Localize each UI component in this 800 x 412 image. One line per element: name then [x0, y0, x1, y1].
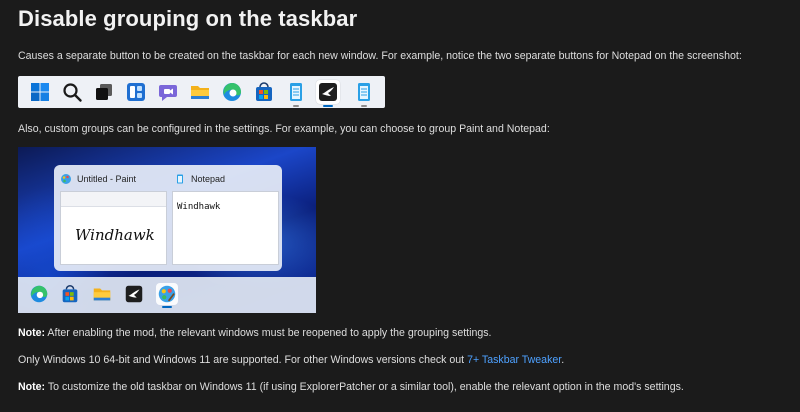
edge-icon	[220, 80, 244, 104]
widgets-icon	[124, 80, 148, 104]
notepad-icon	[284, 80, 308, 107]
note-text: To customize the old taskbar on Windows …	[45, 381, 684, 393]
paint-canvas-text: Windhawk	[75, 226, 155, 244]
notepad-thumb-header: Notepad	[174, 173, 225, 185]
taskbar-tweaker-link[interactable]: 7+ Taskbar Tweaker	[467, 354, 561, 366]
microsoft-store-icon	[252, 80, 276, 104]
windhawk-icon	[123, 283, 145, 305]
paint-thumb-title: Untitled - Paint	[77, 174, 137, 184]
custom-groups-text: Also, custom groups can be configured in…	[18, 123, 550, 135]
taskbar-example	[18, 76, 385, 108]
notepad-icon	[177, 174, 183, 184]
file-explorer-icon	[188, 80, 212, 104]
windows-start-icon	[28, 80, 52, 104]
intro-text: Causes a separate button to be created o…	[18, 50, 742, 62]
active-indicator	[162, 306, 172, 308]
paint-thumbnail[interactable]: Windhawk	[60, 191, 167, 265]
paint-thumb-header: Untitled - Paint	[60, 173, 136, 185]
notepad-thumb-title: Notepad	[191, 174, 226, 184]
screenshot-taskbar	[18, 277, 316, 313]
running-indicator	[293, 105, 299, 107]
file-explorer-icon	[91, 283, 113, 305]
note-text: After enabling the mod, the relevant win…	[45, 327, 492, 339]
grouping-screenshot: Untitled - Paint Windhawk Notepad Windha…	[18, 147, 316, 313]
note-reopen: Note: After enabling the mod, the releva…	[18, 327, 491, 339]
support-text: Only Windows 10 64-bit and Windows 11 ar…	[18, 354, 564, 366]
active-indicator	[323, 105, 333, 107]
task-view-icon	[92, 80, 116, 104]
page-title: Disable grouping on the taskbar	[18, 6, 358, 31]
search-icon	[60, 80, 84, 104]
running-indicator	[361, 105, 367, 107]
note-label: Note:	[18, 327, 46, 339]
support-sentence: Only Windows 10 64-bit and Windows 11 ar…	[18, 354, 468, 366]
notepad-thumbnail[interactable]: Windhawk	[172, 191, 279, 265]
note-label: Note:	[18, 381, 46, 393]
support-end: .	[561, 354, 565, 366]
paint-ribbon	[61, 192, 166, 207]
notepad-text: Windhawk	[177, 202, 221, 212]
thumbnail-popup: Untitled - Paint Windhawk Notepad Windha…	[54, 165, 282, 271]
microsoft-store-icon	[59, 283, 81, 305]
paint-icon	[156, 283, 178, 308]
notepad-icon	[352, 80, 376, 107]
paint-icon	[61, 174, 71, 184]
edge-icon	[28, 283, 50, 305]
windhawk-icon	[316, 80, 340, 107]
teams-chat-icon	[156, 80, 180, 104]
note-old-taskbar: Note: To customize the old taskbar on Wi…	[18, 381, 684, 393]
